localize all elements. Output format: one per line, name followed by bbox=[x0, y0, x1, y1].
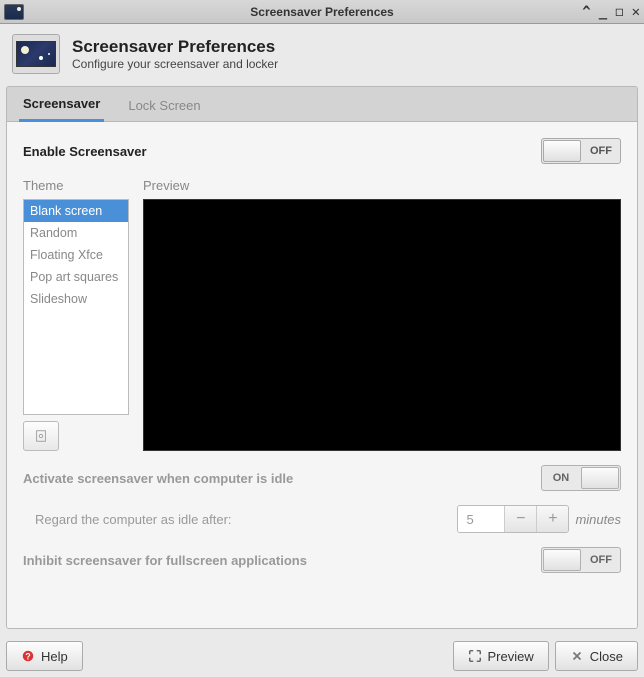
tab-screensaver[interactable]: Screensaver bbox=[19, 88, 104, 122]
close-icon[interactable]: ✕ bbox=[632, 4, 640, 20]
tab-panel: Screensaver Lock Screen Enable Screensav… bbox=[6, 86, 638, 629]
document-properties-icon bbox=[34, 429, 48, 443]
fullscreen-icon bbox=[468, 649, 482, 663]
toggle-state: OFF bbox=[582, 145, 620, 157]
idle-minutes-stepper[interactable]: − + bbox=[457, 505, 569, 533]
inhibit-fullscreen-label: Inhibit screensaver for fullscreen appli… bbox=[23, 553, 307, 568]
titlebar: Screensaver Preferences ^ _ ◻ ✕ bbox=[0, 0, 644, 24]
activate-idle-toggle[interactable]: ON bbox=[541, 465, 621, 491]
close-x-icon bbox=[570, 649, 584, 663]
idle-unit-label: minutes bbox=[575, 512, 621, 527]
idle-after-label: Regard the computer as idle after: bbox=[35, 512, 232, 527]
enable-screensaver-toggle[interactable]: OFF bbox=[541, 138, 621, 164]
theme-item-slideshow[interactable]: Slideshow bbox=[24, 288, 128, 310]
preview-button[interactable]: Preview bbox=[453, 641, 549, 671]
maximize-icon[interactable]: ◻ bbox=[615, 4, 623, 20]
activate-idle-label: Activate screensaver when computer is id… bbox=[23, 471, 293, 486]
page-subtitle: Configure your screensaver and locker bbox=[72, 57, 278, 71]
minimize-icon[interactable]: _ bbox=[599, 4, 607, 20]
toggle-state: ON bbox=[542, 472, 580, 484]
preview-label: Preview bbox=[143, 178, 621, 193]
toggle-knob bbox=[581, 467, 619, 489]
enable-screensaver-label: Enable Screensaver bbox=[23, 144, 147, 159]
help-button[interactable]: ? Help bbox=[6, 641, 83, 671]
toggle-state: OFF bbox=[582, 554, 620, 566]
theme-list[interactable]: Blank screen Random Floating Xfce Pop ar… bbox=[23, 199, 129, 415]
screensaver-monitor-icon bbox=[12, 34, 60, 74]
help-icon: ? bbox=[21, 649, 35, 663]
inhibit-fullscreen-toggle[interactable]: OFF bbox=[541, 547, 621, 573]
close-button-label: Close bbox=[590, 649, 623, 664]
window-title: Screensaver Preferences bbox=[0, 5, 644, 19]
theme-item-random[interactable]: Random bbox=[24, 222, 128, 244]
toggle-knob bbox=[543, 549, 581, 571]
theme-item-pop-art-squares[interactable]: Pop art squares bbox=[24, 266, 128, 288]
header: Screensaver Preferences Configure your s… bbox=[0, 24, 644, 80]
svg-text:?: ? bbox=[25, 652, 30, 662]
page-title: Screensaver Preferences bbox=[72, 37, 278, 57]
preview-area bbox=[143, 199, 621, 451]
stepper-plus-button[interactable]: + bbox=[536, 506, 568, 532]
toggle-knob bbox=[543, 140, 581, 162]
tab-bar: Screensaver Lock Screen bbox=[7, 87, 637, 122]
app-icon bbox=[4, 4, 24, 20]
dialog-buttons: ? Help Preview Close bbox=[0, 635, 644, 677]
tab-lock-screen[interactable]: Lock Screen bbox=[124, 90, 204, 121]
theme-label: Theme bbox=[23, 178, 129, 193]
theme-item-blank-screen[interactable]: Blank screen bbox=[24, 200, 128, 222]
theme-item-floating-xfce[interactable]: Floating Xfce bbox=[24, 244, 128, 266]
close-button[interactable]: Close bbox=[555, 641, 638, 671]
preview-button-label: Preview bbox=[488, 649, 534, 664]
window-up-icon[interactable]: ^ bbox=[582, 4, 590, 20]
stepper-minus-button[interactable]: − bbox=[504, 506, 536, 532]
help-button-label: Help bbox=[41, 649, 68, 664]
idle-minutes-input[interactable] bbox=[458, 506, 504, 532]
theme-settings-button[interactable] bbox=[23, 421, 59, 451]
